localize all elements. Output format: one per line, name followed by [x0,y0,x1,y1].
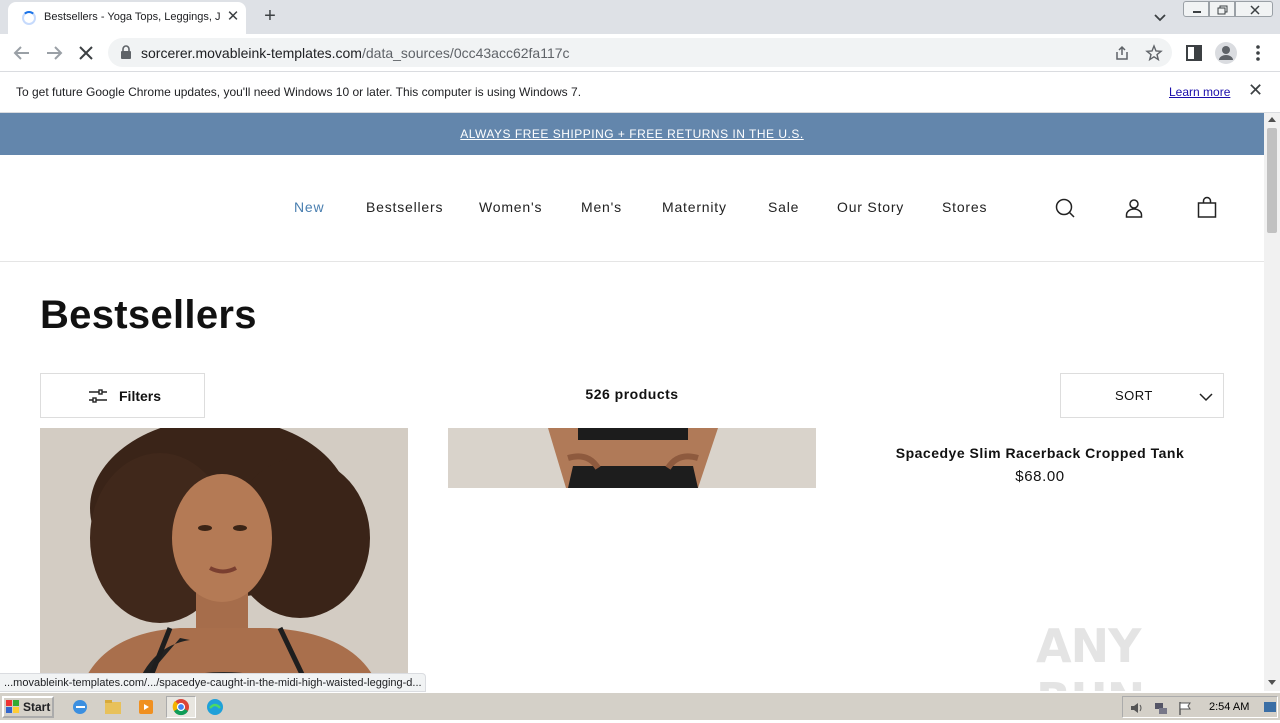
update-infobar: To get future Google Chrome updates, you… [0,72,1280,113]
profile-button[interactable] [1214,41,1238,65]
back-arrow-icon [13,46,29,60]
learn-more-link[interactable]: Learn more [1169,85,1230,99]
sort-label: SORT [1115,388,1153,403]
tab-close-icon[interactable]: ✕ [224,8,242,26]
chrome-icon [172,699,189,716]
forward-button[interactable] [42,41,66,65]
avatar-icon [1215,42,1237,64]
product-photo [40,428,408,691]
bookmark-star-icon[interactable] [1145,44,1163,62]
page-scrollbar[interactable] [1264,113,1280,691]
scroll-up-arrow-icon[interactable] [1268,117,1276,122]
windows-logo-icon [6,700,19,713]
taskbar-edge[interactable] [203,696,227,718]
restore-icon [1217,5,1228,15]
promo-link[interactable]: ALWAYS FREE SHIPPING + FREE RETURNS IN T… [0,127,1264,141]
scroll-down-arrow-icon[interactable] [1268,680,1276,685]
media-player-icon [139,700,153,714]
action-center-flag-icon[interactable] [1177,700,1193,716]
loading-spinner-icon [22,11,36,25]
url-text: sorcerer.movableink-templates.com/data_s… [141,45,570,61]
product-name[interactable]: Spacedye Slim Racerback Cropped Tank [848,445,1232,461]
window-restore-button[interactable] [1209,1,1235,17]
taskbar-clock[interactable]: 2:54 AM [1209,701,1249,713]
taskbar-ie[interactable] [68,696,92,718]
account-button[interactable] [1122,196,1146,220]
nav-womens[interactable]: Women's [479,199,542,215]
nav-bestsellers[interactable]: Bestsellers [366,199,443,215]
product-card-image[interactable] [40,428,408,691]
tab-search-button[interactable] [1150,7,1170,27]
product-count: 526 products [585,386,679,402]
taskbar-media-player[interactable] [134,696,158,718]
windows-taskbar: Start 2:54 AM [0,692,1280,720]
system-tray: 2:54 AM [1122,696,1278,718]
tab-strip: Bestsellers - Yoga Tops, Leggings, Jumps… [0,0,1280,34]
url-path: /data_sources/0cc43acc62fa117c [361,45,570,61]
browser-tab[interactable]: Bestsellers - Yoga Tops, Leggings, Jumps… [8,2,246,34]
back-button[interactable] [10,41,34,65]
share-icon[interactable] [1113,44,1131,62]
window-close-button[interactable] [1235,1,1273,17]
window-minimize-button[interactable] [1183,1,1209,17]
new-tab-button[interactable]: + [258,5,282,29]
infobar-close-icon[interactable]: ✕ [1248,81,1264,99]
close-icon [79,46,93,60]
product-price: $68.00 [1015,468,1065,485]
start-button[interactable]: Start [2,696,54,718]
filters-label: Filters [119,388,162,404]
folder-icon [105,700,121,714]
start-label: Start [23,700,51,714]
url-host: sorcerer.movableink-templates.com [141,45,362,61]
network-icon[interactable] [1153,700,1169,716]
close-icon [1250,5,1260,15]
nav-our-story[interactable]: Our Story [837,199,904,215]
page-viewport: ALWAYS FREE SHIPPING + FREE RETURNS IN T… [0,113,1264,691]
filters-button[interactable]: Filters [40,373,205,418]
address-bar[interactable]: sorcerer.movableink-templates.com/data_s… [108,38,1172,67]
stop-loading-button[interactable] [74,41,98,65]
internet-explorer-icon [73,700,87,714]
chevron-down-icon [1154,14,1166,22]
edge-icon [207,699,223,715]
infobar-message: To get future Google Chrome updates, you… [16,85,582,99]
sort-dropdown[interactable]: SORT [1060,373,1224,418]
lock-icon [121,45,131,59]
volume-icon[interactable] [1129,700,1145,716]
search-icon [1055,198,1075,218]
status-url: ...movableink-templates.com/.../spacedye… [4,677,422,689]
menu-button[interactable] [1246,41,1270,65]
taskbar-chrome[interactable] [166,696,196,718]
user-icon [1125,199,1143,218]
nav-maternity[interactable]: Maternity [662,199,727,215]
watermark-text: ANY RUN [1036,619,1145,691]
nav-mens[interactable]: Men's [581,199,622,215]
promo-banner: ALWAYS FREE SHIPPING + FREE RETURNS IN T… [0,113,1264,155]
nav-stores[interactable]: Stores [942,199,987,215]
browser-toolbar: sorcerer.movableink-templates.com/data_s… [0,34,1280,72]
sliders-icon [89,389,107,403]
link-status-bubble: ...movableink-templates.com/.../spacedye… [0,673,426,692]
scroll-thumb[interactable] [1267,128,1277,233]
site-search-button[interactable] [1053,196,1077,220]
kebab-menu-icon [1256,45,1260,61]
show-desktop-icon[interactable] [1263,700,1277,716]
side-panel-icon [1186,45,1202,61]
product-card-image[interactable] [448,428,816,488]
minimize-icon [1193,11,1201,13]
cart-button[interactable] [1195,196,1219,220]
watermark-logo: ANY RUN [1036,609,1236,691]
page-title: Bestsellers [40,293,257,337]
main-nav: New Bestsellers Women's Men's Maternity … [0,155,1264,262]
shopping-bag-icon [1197,196,1217,218]
chevron-down-icon [1199,393,1213,402]
side-panel-button[interactable] [1182,41,1206,65]
product-photo [448,428,816,488]
nav-sale[interactable]: Sale [768,199,799,215]
forward-arrow-icon [47,46,63,60]
taskbar-explorer[interactable] [101,696,125,718]
nav-new[interactable]: New [294,199,324,215]
tab-title: Bestsellers - Yoga Tops, Leggings, Jumps… [44,11,220,23]
